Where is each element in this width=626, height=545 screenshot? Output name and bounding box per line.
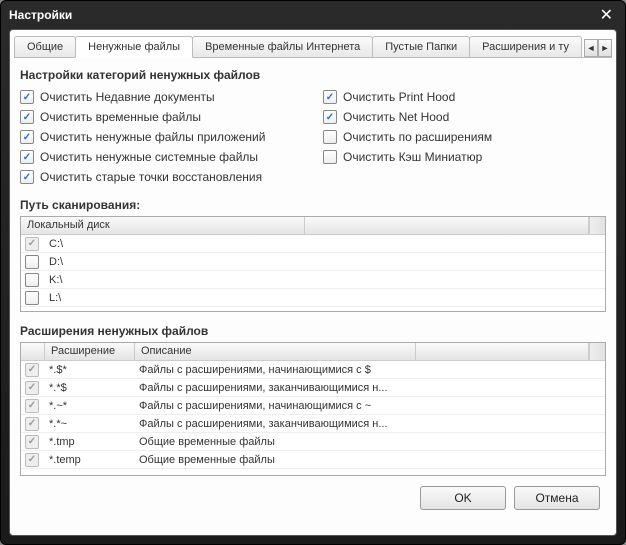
table-row[interactable]: *.~* Файлы с расширениями, начинающимися… — [21, 397, 605, 415]
check-by-extension[interactable]: Очистить по расширениям — [323, 130, 606, 144]
table-row[interactable]: *.$* Файлы с расширениями, начинающимися… — [21, 361, 605, 379]
drive-label: C:\ — [45, 238, 67, 250]
check-system-junk[interactable]: Очистить ненужные системные файлы — [20, 150, 303, 164]
checkbox-icon[interactable] — [25, 381, 39, 395]
client-area: Общие Ненужные файлы Временные файлы Инт… — [9, 29, 617, 536]
ext-list-body[interactable]: *.$* Файлы с расширениями, начинающимися… — [21, 361, 605, 469]
tab-general[interactable]: Общие — [14, 36, 76, 57]
checkbox-icon[interactable] — [323, 110, 337, 124]
checkbox-icon[interactable] — [25, 435, 39, 449]
checkbox-icon[interactable] — [20, 150, 34, 164]
tab-junk-files[interactable]: Ненужные файлы — [75, 36, 193, 58]
tab-extensions[interactable]: Расширения и ту — [469, 36, 582, 57]
extensions-list: Расширение Описание *.$* Файлы с расшире… — [20, 342, 606, 476]
table-row[interactable]: *.temp Общие временные файлы — [21, 451, 605, 469]
checkbox-icon[interactable] — [20, 110, 34, 124]
checkbox-icon[interactable] — [25, 237, 39, 251]
check-label: Очистить временные файлы — [40, 110, 201, 124]
tab-scroll-buttons: ◄ ► — [584, 39, 612, 57]
checkbox-icon[interactable] — [20, 170, 34, 184]
checkbox-icon[interactable] — [25, 363, 39, 377]
checkbox-icon[interactable] — [323, 90, 337, 104]
checkbox-icon[interactable] — [20, 130, 34, 144]
checkbox-icon[interactable] — [25, 453, 39, 467]
col-local-disk[interactable]: Локальный диск — [21, 217, 305, 234]
tab-strip: Общие Ненужные файлы Временные файлы Инт… — [14, 34, 612, 58]
tab-content: Настройки категорий ненужных файлов Очис… — [14, 58, 612, 531]
check-app-junk[interactable]: Очистить ненужные файлы приложений — [20, 130, 303, 144]
scan-path-list: Локальный диск C:\ D:\ K:\ — [20, 216, 606, 312]
ext-list-header: Расширение Описание — [21, 343, 605, 361]
col-check-header[interactable] — [21, 343, 45, 360]
scrollbar-header — [589, 217, 605, 234]
check-label: Очистить старые точки восстановления — [40, 170, 262, 184]
desc-cell: Общие временные файлы — [135, 436, 605, 448]
check-label: Очистить Кэш Миниатюр — [343, 150, 482, 164]
cancel-button[interactable]: Отмена — [514, 486, 600, 510]
checkbox-icon[interactable] — [25, 417, 39, 431]
check-restore-points[interactable]: Очистить старые точки восстановления — [20, 170, 303, 184]
scan-path-title: Путь сканирования: — [20, 198, 606, 212]
window-title: Настройки — [9, 8, 72, 22]
titlebar: Настройки ✕ — [1, 1, 625, 29]
checkbox-icon[interactable] — [323, 130, 337, 144]
checkbox-icon[interactable] — [25, 399, 39, 413]
scrollbar-header — [589, 343, 605, 360]
checkbox-icon[interactable] — [25, 255, 39, 269]
list-item[interactable]: D:\ — [21, 253, 605, 271]
check-label: Очистить Недавние документы — [40, 90, 215, 104]
checkbox-icon[interactable] — [323, 150, 337, 164]
tab-scroll-right-icon[interactable]: ► — [598, 39, 612, 57]
checkbox-icon[interactable] — [25, 273, 39, 287]
ext-cell: *.$* — [45, 364, 135, 376]
scan-list-body[interactable]: C:\ D:\ K:\ L:\ — [21, 235, 605, 307]
col-empty[interactable] — [416, 343, 590, 360]
ext-cell: *.*$ — [45, 382, 135, 394]
category-check-grid: Очистить Недавние документы Очистить Pri… — [20, 90, 606, 184]
ext-cell: *.~* — [45, 400, 135, 412]
list-item[interactable]: C:\ — [21, 235, 605, 253]
close-icon[interactable]: ✕ — [596, 5, 617, 25]
check-print-hood[interactable]: Очистить Print Hood — [323, 90, 606, 104]
ext-cell: *.*~ — [45, 418, 135, 430]
drive-label: K:\ — [45, 274, 66, 286]
check-label: Очистить Net Hood — [343, 110, 449, 124]
desc-cell: Общие временные файлы — [135, 454, 605, 466]
section-title: Настройки категорий ненужных файлов — [20, 68, 606, 82]
drive-label: L:\ — [45, 292, 65, 304]
desc-cell: Файлы с расширениями, заканчивающимися н… — [135, 382, 605, 394]
col-extension[interactable]: Расширение — [45, 343, 135, 360]
check-label: Очистить ненужные файлы приложений — [40, 130, 265, 144]
table-row[interactable]: *.*$ Файлы с расширениями, заканчивающим… — [21, 379, 605, 397]
check-label: Очистить Print Hood — [343, 90, 455, 104]
tab-scroll-left-icon[interactable]: ◄ — [584, 39, 598, 57]
checkbox-icon[interactable] — [25, 291, 39, 305]
drive-label: D:\ — [45, 256, 67, 268]
ext-title: Расширения ненужных файлов — [20, 324, 606, 338]
check-temp-files[interactable]: Очистить временные файлы — [20, 110, 303, 124]
table-row[interactable]: *.tmp Общие временные файлы — [21, 433, 605, 451]
ok-button[interactable]: OK — [420, 486, 506, 510]
check-thumb-cache[interactable]: Очистить Кэш Миниатюр — [323, 150, 606, 164]
desc-cell: Файлы с расширениями, начинающимися с ~ — [135, 400, 605, 412]
checkbox-icon[interactable] — [20, 90, 34, 104]
check-label: Очистить по расширениям — [343, 130, 492, 144]
table-row[interactable]: *.*~ Файлы с расширениями, заканчивающим… — [21, 415, 605, 433]
col-empty[interactable] — [305, 217, 589, 234]
check-net-hood[interactable]: Очистить Net Hood — [323, 110, 606, 124]
settings-window: Настройки ✕ Общие Ненужные файлы Временн… — [0, 0, 626, 545]
list-item[interactable]: L:\ — [21, 289, 605, 307]
col-description[interactable]: Описание — [135, 343, 416, 360]
desc-cell: Файлы с расширениями, заканчивающимися н… — [135, 418, 605, 430]
tab-internet-temp[interactable]: Временные файлы Интернета — [192, 36, 373, 57]
check-recent-docs[interactable]: Очистить Недавние документы — [20, 90, 303, 104]
ext-cell: *.tmp — [45, 436, 135, 448]
ext-cell: *.temp — [45, 454, 135, 466]
tab-empty-folders[interactable]: Пустые Папки — [372, 36, 470, 57]
list-item[interactable]: K:\ — [21, 271, 605, 289]
dialog-footer: OK Отмена — [20, 476, 606, 514]
scan-list-header: Локальный диск — [21, 217, 605, 235]
check-label: Очистить ненужные системные файлы — [40, 150, 258, 164]
desc-cell: Файлы с расширениями, начинающимися с $ — [135, 364, 605, 376]
